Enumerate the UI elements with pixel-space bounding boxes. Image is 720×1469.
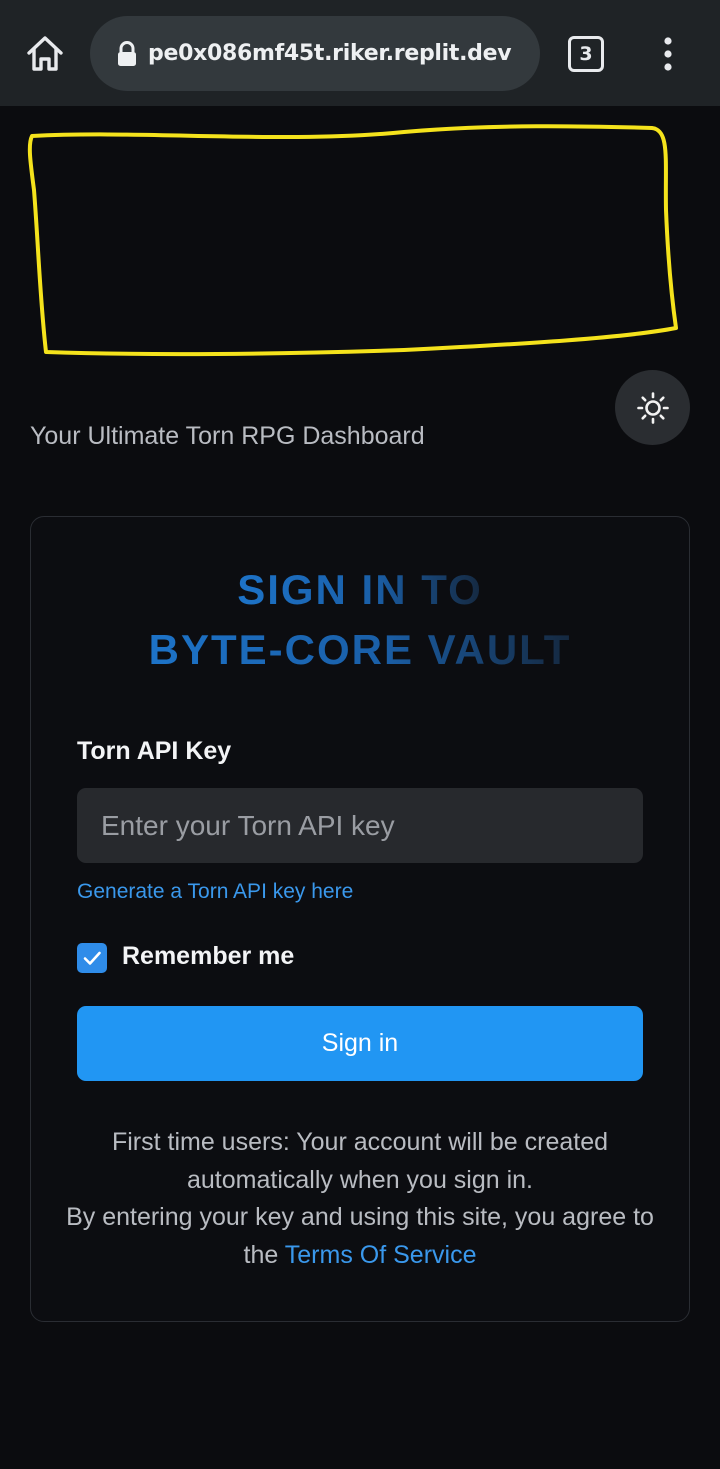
tab-switcher-button[interactable]: 3 bbox=[568, 36, 604, 72]
sun-icon bbox=[636, 391, 669, 424]
checkmark-icon bbox=[83, 951, 101, 965]
home-icon bbox=[27, 36, 63, 71]
sign-in-notice: First time users: Your account will be c… bbox=[60, 1124, 660, 1274]
lock-icon bbox=[118, 40, 136, 66]
sign-in-button[interactable]: Sign in bbox=[77, 1006, 643, 1081]
tab-count: 3 bbox=[579, 43, 593, 65]
sign-in-title: SIGN IN TO BYTE-CORE VAULT bbox=[0, 560, 720, 680]
generate-api-key-link[interactable]: Generate a Torn API key here bbox=[77, 876, 353, 908]
browser-toolbar: pe0x086mf45t.riker.replit.dev 3 bbox=[0, 0, 720, 106]
title-line-2: BYTE-CORE VAULT bbox=[149, 620, 572, 680]
title-line-1: SIGN IN TO bbox=[237, 560, 483, 620]
remember-me-label: Remember me bbox=[122, 942, 295, 970]
app-tagline: Your Ultimate Torn RPG Dashboard bbox=[30, 422, 425, 450]
overflow-menu-icon bbox=[664, 37, 672, 71]
api-key-input[interactable] bbox=[77, 788, 643, 863]
remember-me-checkbox[interactable] bbox=[77, 942, 107, 973]
url-text: pe0x086mf45t.riker.replit.dev bbox=[148, 40, 512, 66]
api-key-label: Torn API Key bbox=[77, 737, 232, 765]
first-time-notice: First time users: Your account will be c… bbox=[111, 1128, 609, 1194]
home-button[interactable] bbox=[22, 32, 68, 74]
address-bar[interactable]: pe0x086mf45t.riker.replit.dev bbox=[90, 16, 540, 91]
terms-of-service-link[interactable]: Terms Of Service bbox=[285, 1241, 477, 1269]
theme-toggle-button[interactable] bbox=[615, 370, 690, 445]
remember-me-row[interactable]: Remember me bbox=[77, 938, 294, 974]
redacted-area bbox=[27, 124, 678, 357]
overflow-menu-button[interactable] bbox=[648, 32, 688, 76]
